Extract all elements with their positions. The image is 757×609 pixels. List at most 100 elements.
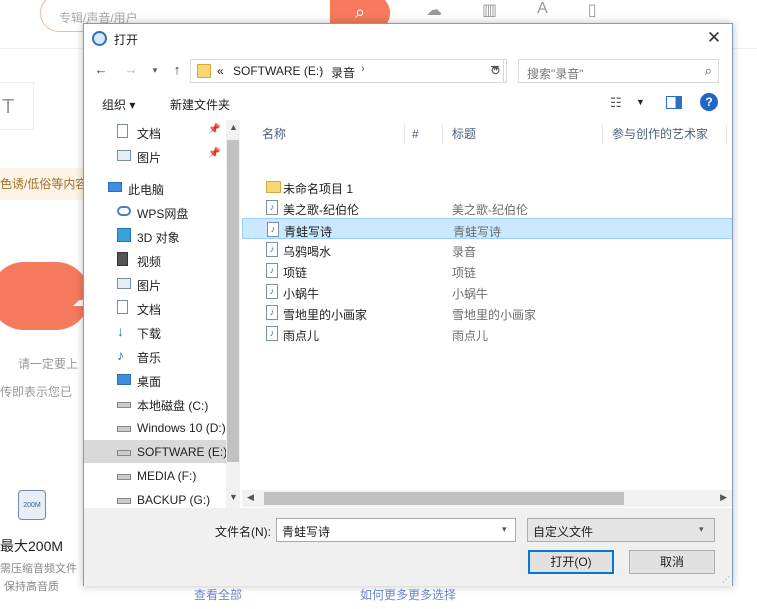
back-arrow-icon[interactable]: ← [92, 61, 110, 79]
column-header-title[interactable]: 标题 [452, 120, 476, 148]
breadcrumb-item[interactable]: SOFTWARE (E:) [233, 64, 323, 78]
filename-label: 文件名(N): [215, 525, 271, 539]
refresh-icon[interactable]: ↻ [485, 59, 507, 83]
close-icon[interactable]: ✕ [702, 27, 726, 49]
nav-item-label: 图片 [137, 279, 162, 293]
filename-dropdown-icon[interactable]: ▾ [502, 524, 507, 535]
column-header-name[interactable]: 名称 [262, 120, 286, 148]
open-button[interactable]: 打开(O) [528, 550, 614, 574]
nav-item-drive-g[interactable]: BACKUP (G:) [84, 488, 226, 508]
preview-pane-icon[interactable] [666, 96, 682, 109]
breadcrumb-item[interactable]: 录音 [331, 64, 355, 81]
scroll-up-icon[interactable]: ▲ [229, 122, 238, 132]
nav-item-desktop[interactable]: 桌面 [84, 368, 226, 391]
file-name: 小蜗牛 [283, 287, 320, 301]
chevron-down-icon[interactable]: ▾ [699, 524, 704, 535]
horizontal-scrollbar-thumb[interactable] [264, 492, 624, 505]
nav-item-this-pc[interactable]: 此电脑 [84, 176, 226, 199]
document-icon [117, 124, 128, 138]
filename-input[interactable]: 青蛙写诗 [276, 518, 516, 542]
file-row[interactable]: ♪ 小蜗牛 小蜗牛 [242, 281, 732, 302]
nav-item-label: 视频 [137, 255, 162, 269]
equalizer-icon[interactable]: ▥ [482, 0, 497, 20]
column-divider[interactable] [726, 124, 727, 144]
nav-item-pictures-quick[interactable]: 图片 📌 [84, 144, 226, 167]
column-divider[interactable] [442, 124, 443, 144]
nav-item-pictures[interactable]: 图片 [84, 272, 226, 295]
nav-item-drive-e[interactable]: SOFTWARE (E:) [84, 440, 227, 463]
file-row[interactable]: ♪ 美之歌-纪伯伦 美之歌-纪伯伦 [242, 197, 732, 218]
nav-item-downloads[interactable]: ↓ 下载 [84, 320, 226, 343]
file-row-selected[interactable]: ♪ 青蛙写诗 青蛙写诗 [242, 218, 732, 239]
nav-item-wps-cloud[interactable]: WPS网盘 [84, 200, 226, 223]
bg-link[interactable]: 查看全部 [194, 586, 242, 603]
nav-item-drive-d[interactable]: Windows 10 (D:) [84, 416, 226, 439]
video-icon [117, 252, 128, 266]
bg-max-size: 最大200M [0, 538, 64, 554]
column-divider[interactable] [404, 124, 405, 144]
file-row[interactable]: ♪ 雪地里的小画家 雪地里的小画家 [242, 302, 732, 323]
bg-top-icons: ☁ ▥ A ▯ [426, 0, 597, 20]
resize-grip-icon[interactable]: ⋰ [722, 575, 730, 584]
pin-icon[interactable]: 📌 [208, 148, 220, 159]
bg-link[interactable]: 如何更多更多选择 [360, 586, 456, 603]
help-icon[interactable]: ? [700, 93, 718, 111]
file-row[interactable]: ♪ 项链 项链 [242, 260, 732, 281]
search-input[interactable]: 搜索"录音" ⌕ [518, 59, 719, 83]
up-arrow-icon[interactable]: ↑ [168, 61, 186, 79]
device-icon[interactable]: ▯ [588, 0, 597, 20]
nav-item-label: 桌面 [137, 375, 162, 389]
nav-item-documents[interactable]: 文档 [84, 296, 226, 319]
cancel-button[interactable]: 取消 [629, 550, 715, 574]
new-folder-button[interactable]: 新建文件夹 [170, 96, 230, 113]
font-icon[interactable]: A [537, 0, 548, 20]
bg-quality-note: 保持高音质 [4, 581, 59, 593]
nav-item-drive-c[interactable]: 本地磁盘 (C:) [84, 392, 226, 415]
computer-icon [108, 182, 122, 192]
column-divider[interactable] [602, 124, 603, 144]
nav-item-videos[interactable]: 视频 [84, 248, 226, 271]
view-dropdown-icon[interactable]: ▼ [636, 97, 645, 107]
file-row[interactable]: ♪ 乌鸦喝水 录音 [242, 239, 732, 260]
bg-tab[interactable]: T [0, 82, 34, 130]
nav-item-label: 文档 [137, 127, 162, 141]
file-row-folder[interactable]: 未命名项目 1 [242, 176, 732, 197]
file-name: 项链 [283, 266, 308, 280]
drive-icon [117, 450, 131, 456]
forward-arrow-icon[interactable]: → [122, 61, 140, 79]
file-type-select[interactable]: 自定义文件 [527, 518, 715, 542]
file-title: 录音 [452, 245, 477, 259]
dialog-titlebar[interactable]: 打开 ✕ [84, 24, 732, 53]
navigation-bar: ← → ▾ ↑ « SOFTWARE (E:) › 录音 › ▾ ↻ 搜索"录音… [84, 57, 732, 85]
column-header-number[interactable]: # [412, 120, 419, 148]
address-bar[interactable]: « SOFTWARE (E:) › 录音 › ▾ [190, 59, 504, 83]
file-title: 项链 [452, 266, 477, 280]
nav-item-music[interactable]: ♪ 音乐 [84, 344, 226, 367]
file-name: 青蛙写诗 [284, 225, 333, 239]
open-file-dialog: 打开 ✕ ← → ▾ ↑ « SOFTWARE (E:) › 录音 › ▾ ↻ … [83, 23, 733, 586]
file-row[interactable]: ♪ 雨点儿 雨点儿 [242, 323, 732, 344]
nav-item-label: 图片 [137, 151, 162, 165]
audio-file-icon: ♪ [266, 326, 278, 341]
scroll-right-icon[interactable]: ▶ [720, 492, 727, 503]
chevron-right-icon[interactable]: › [319, 63, 323, 75]
scroll-left-icon[interactable]: ◀ [247, 492, 254, 503]
nav-item-drive-f[interactable]: MEDIA (F:) [84, 464, 226, 487]
recent-locations-chevron-icon[interactable]: ▾ [146, 61, 164, 79]
chevron-right-icon[interactable]: › [361, 63, 365, 75]
upload-cloud-icon[interactable]: ☁ [426, 0, 442, 20]
horizontal-scrollbar[interactable]: ◀ ▶ [242, 490, 732, 507]
breadcrumb-overflow[interactable]: « [217, 64, 224, 78]
file-title: 青蛙写诗 [453, 225, 502, 239]
drive-icon [117, 498, 131, 504]
file-name: 雪地里的小画家 [283, 308, 368, 322]
nav-item-documents-quick[interactable]: 文档 📌 [84, 120, 226, 143]
nav-item-3d-objects[interactable]: 3D 对象 [84, 224, 226, 247]
pin-icon[interactable]: 📌 [208, 124, 220, 135]
scroll-down-icon[interactable]: ▼ [229, 492, 238, 502]
nav-scrollbar-thumb[interactable] [227, 140, 239, 462]
view-options-icon[interactable]: ☷ [610, 95, 622, 111]
column-header-artist[interactable]: 参与创作的艺术家 [612, 120, 708, 148]
organize-button[interactable]: 组织 ▾ [102, 96, 135, 113]
document-icon [117, 300, 128, 314]
